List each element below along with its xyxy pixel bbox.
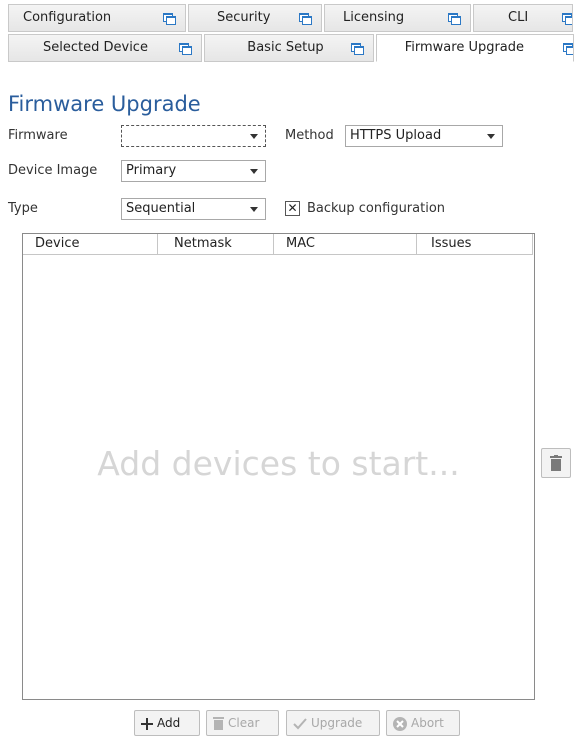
- chevron-down-icon: [250, 207, 258, 212]
- tab-security[interactable]: Security: [188, 4, 322, 32]
- upgrade-button[interactable]: Upgrade: [286, 710, 380, 736]
- upgrade-button-label: Upgrade: [311, 716, 363, 730]
- abort-button[interactable]: Abort: [386, 710, 460, 736]
- checkmark-icon: [293, 717, 307, 729]
- tab-label: Security: [217, 10, 271, 25]
- chevron-down-icon: [250, 169, 258, 174]
- tab-firmware-upgrade[interactable]: Firmware Upgrade: [375, 34, 574, 62]
- firmware-label: Firmware: [8, 128, 68, 143]
- column-header-device[interactable]: Device: [23, 234, 158, 255]
- empty-table-placeholder: Add devices to start...: [97, 444, 460, 483]
- method-select[interactable]: HTTPS Upload: [345, 125, 503, 147]
- tab-label: CLI: [508, 10, 529, 25]
- column-header-mac[interactable]: MAC: [274, 234, 417, 255]
- chevron-down-icon: [487, 134, 495, 139]
- type-value: Sequential: [126, 201, 196, 216]
- backup-checkbox[interactable]: ✕: [285, 201, 300, 216]
- tab-selected-device[interactable]: Selected Device: [8, 34, 203, 62]
- column-header-netmask[interactable]: Netmask: [158, 234, 274, 255]
- sub-tab-bar: Selected Device Basic Setup Firmware Upg…: [8, 34, 574, 62]
- trash-icon: [213, 717, 224, 730]
- tab-basic-setup[interactable]: Basic Setup: [204, 34, 374, 62]
- window-popout-icon[interactable]: [179, 43, 193, 55]
- add-button[interactable]: Add: [134, 710, 200, 736]
- tab-label: Licensing: [343, 10, 405, 25]
- tab-licensing[interactable]: Licensing: [324, 4, 471, 32]
- column-header-issues[interactable]: Issues: [417, 234, 533, 255]
- clear-button[interactable]: Clear: [206, 710, 279, 736]
- plus-icon: [141, 717, 153, 730]
- tab-label: Basic Setup: [247, 40, 324, 55]
- clear-button-label: Clear: [228, 716, 260, 730]
- delete-button[interactable]: [541, 448, 571, 478]
- window-popout-icon[interactable]: [448, 13, 461, 25]
- device-image-value: Primary: [126, 163, 177, 178]
- backup-label: Backup configuration: [307, 201, 446, 216]
- window-popout-icon[interactable]: [562, 43, 573, 55]
- window-popout-icon[interactable]: [350, 43, 364, 55]
- tab-label: Configuration: [23, 10, 112, 25]
- firmware-select[interactable]: [121, 125, 266, 147]
- tab-label: Firmware Upgrade: [404, 40, 525, 55]
- chevron-down-icon: [250, 134, 258, 139]
- tab-label: Selected Device: [43, 40, 148, 55]
- type-label: Type: [8, 201, 38, 216]
- method-value: HTTPS Upload: [350, 128, 442, 143]
- window-popout-icon[interactable]: [299, 13, 312, 25]
- abort-button-label: Abort: [411, 716, 444, 730]
- device-table[interactable]: Device Netmask MAC Issues Add devices to…: [22, 233, 535, 700]
- tab-cli[interactable]: CLI: [473, 4, 573, 32]
- trash-icon: [550, 455, 562, 471]
- add-button-label: Add: [157, 716, 181, 730]
- tab-configuration[interactable]: Configuration: [8, 4, 186, 32]
- window-popout-icon[interactable]: [163, 13, 176, 25]
- window-popout-icon[interactable]: [562, 13, 572, 25]
- device-image-select[interactable]: Primary: [121, 160, 266, 182]
- method-label: Method: [285, 128, 334, 143]
- x-circle-icon: [393, 716, 407, 731]
- top-tab-bar: Configuration Security Licensing CLI: [8, 4, 574, 32]
- device-image-label: Device Image: [8, 163, 98, 178]
- page-title: Firmware Upgrade: [8, 92, 201, 116]
- type-select[interactable]: Sequential: [121, 198, 266, 220]
